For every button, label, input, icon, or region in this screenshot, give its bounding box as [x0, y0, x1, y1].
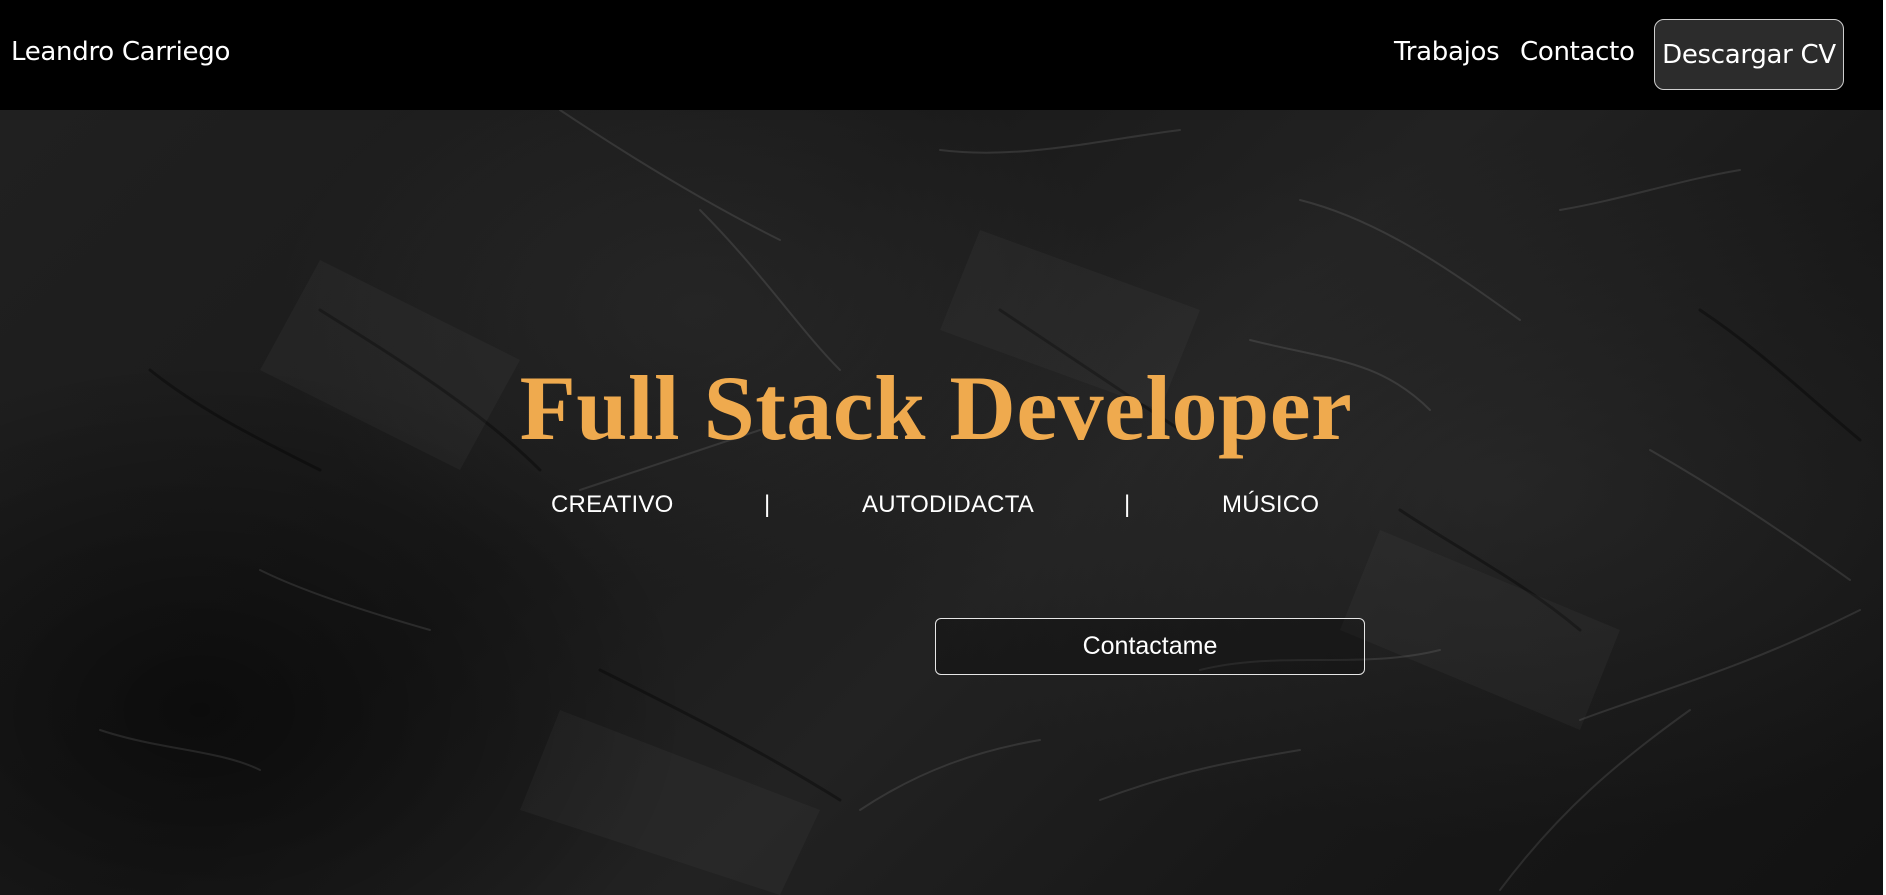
download-cv-button[interactable]: Descargar CV: [1654, 19, 1844, 90]
page: Leandro Carriego Trabajos Contacto Desca…: [0, 0, 1886, 895]
trait-autodidacta: AUTODIDACTA: [862, 491, 1034, 518]
trait-creativo: CREATIVO: [551, 491, 674, 518]
trait-separator: |: [764, 491, 771, 518]
nav-link-trabajos[interactable]: Trabajos: [1394, 37, 1500, 67]
top-navbar: Leandro Carriego Trabajos Contacto Desca…: [0, 0, 1883, 110]
hero-title: Full Stack Developer: [519, 357, 1353, 459]
brand-name[interactable]: Leandro Carriego: [11, 37, 230, 67]
nav-link-contacto[interactable]: Contacto: [1520, 37, 1635, 67]
trait-separator: |: [1124, 491, 1131, 518]
trait-musico: MÚSICO: [1222, 491, 1320, 518]
contact-button[interactable]: Contactame: [935, 618, 1365, 675]
